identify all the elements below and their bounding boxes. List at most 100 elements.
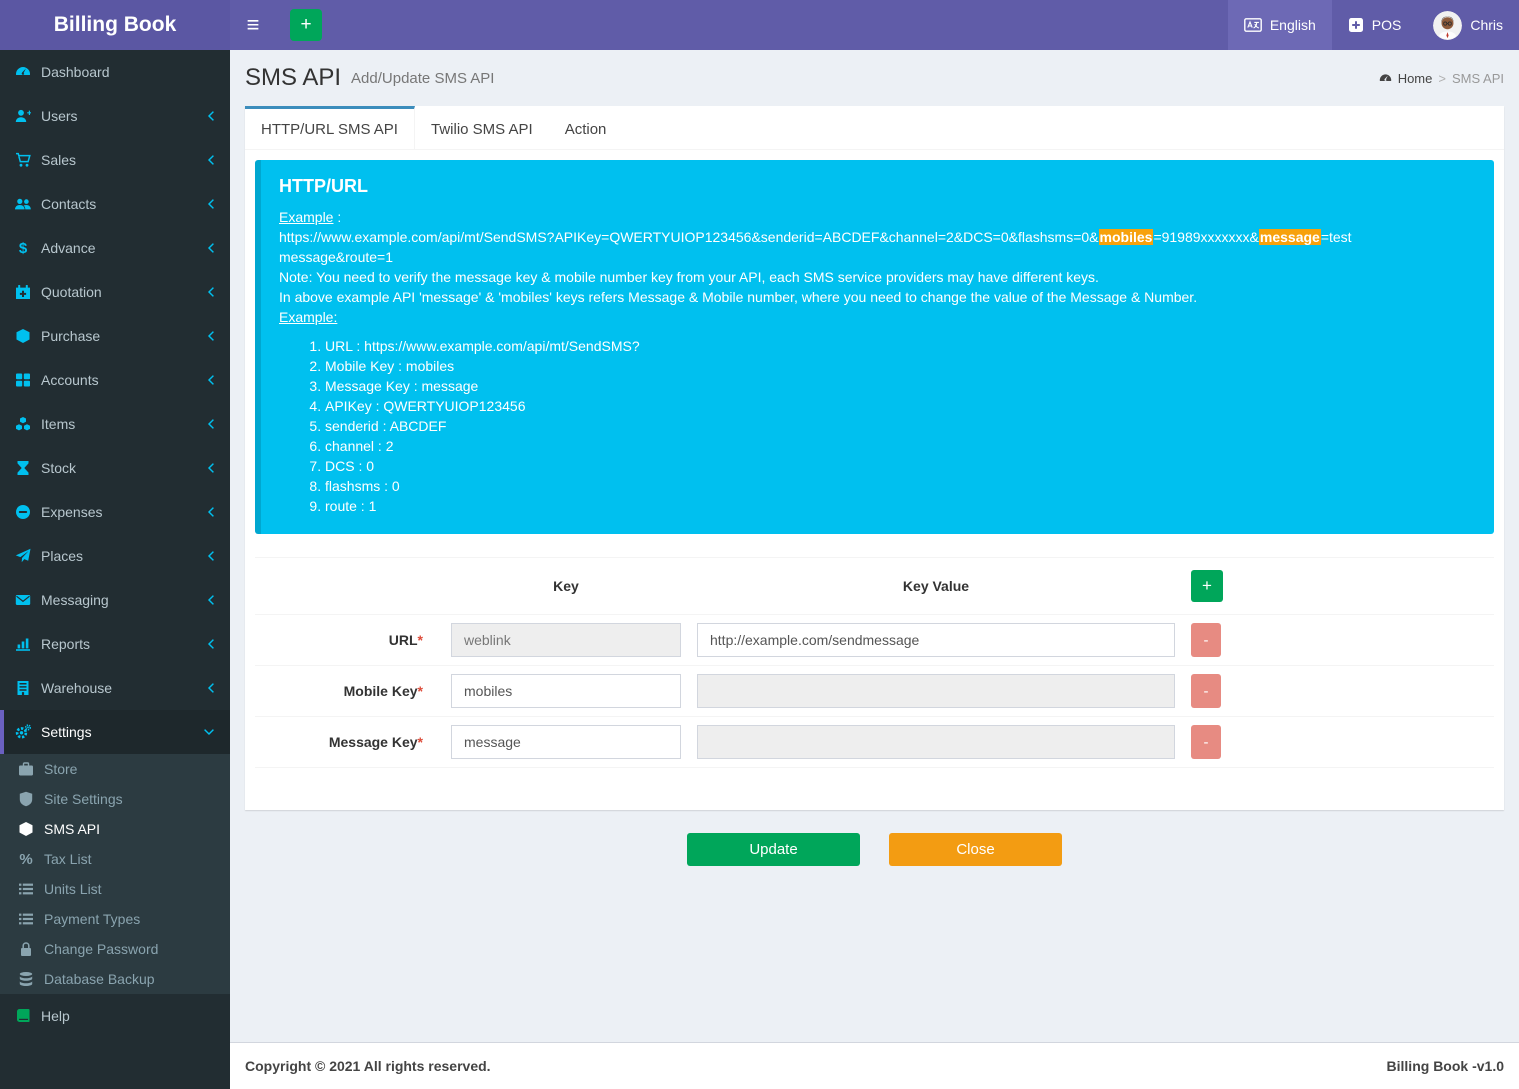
sidebar-item-items[interactable]: Items xyxy=(0,402,230,446)
hamburger-icon: ≡ xyxy=(247,12,260,38)
sidebar-item-users[interactable]: Users xyxy=(0,94,230,138)
sidebar-toggle-button[interactable]: ≡ xyxy=(230,0,276,50)
breadcrumb: Home > SMS API xyxy=(1379,71,1504,86)
mobiles-key-highlight: mobiles xyxy=(1099,229,1154,245)
chevron-left-icon xyxy=(207,506,215,518)
minus-circle-icon xyxy=(15,504,31,520)
breadcrumb-home[interactable]: Home xyxy=(1398,71,1433,86)
tab-http-url-sms-api[interactable]: HTTP/URL SMS API xyxy=(245,106,415,149)
gears-icon xyxy=(15,724,31,740)
pos-menu[interactable]: POS xyxy=(1332,0,1418,50)
callout-example-line: Example : xyxy=(279,207,1464,227)
callout-hint: In above example API 'message' & 'mobile… xyxy=(279,287,1464,307)
list-icon xyxy=(18,881,34,897)
sidebar-item-reports[interactable]: Reports xyxy=(0,622,230,666)
users-icon xyxy=(15,196,31,212)
action-buttons: Update Close xyxy=(230,833,1519,866)
footer: Copyright © 2021 All rights reserved. Bi… xyxy=(230,1042,1519,1089)
cart-icon xyxy=(15,152,31,168)
sidebar-item-settings[interactable]: Settings xyxy=(0,710,230,754)
sidebar-item-sms-api[interactable]: SMS API xyxy=(0,814,230,844)
shield-icon xyxy=(18,791,34,807)
version-text: Billing Book -v1.0 xyxy=(1387,1058,1504,1074)
update-button[interactable]: Update xyxy=(687,833,860,866)
sidebar-item-warehouse[interactable]: Warehouse xyxy=(0,666,230,710)
user-name: Chris xyxy=(1470,17,1503,33)
sidebar-item-advance[interactable]: $ Advance xyxy=(0,226,230,270)
message-key-input[interactable] xyxy=(451,725,681,759)
sidebar-item-messaging[interactable]: Messaging xyxy=(0,578,230,622)
app-logo[interactable]: Billing Book xyxy=(0,0,230,50)
mobile-key-input[interactable] xyxy=(451,674,681,708)
param-item: Mobile Key : mobiles xyxy=(325,356,1464,376)
chevron-left-icon xyxy=(207,682,215,694)
callout-example2-line: Example: xyxy=(279,307,1464,327)
row-label: Message Key* xyxy=(255,734,435,750)
language-icon xyxy=(1244,18,1262,32)
tab-bar: HTTP/URL SMS API Twilio SMS API Action xyxy=(245,106,1504,150)
chevron-left-icon xyxy=(207,638,215,650)
sidebar-item-places[interactable]: Places xyxy=(0,534,230,578)
key-value-column-header: Key Value xyxy=(697,578,1175,594)
sidebar-item-stock[interactable]: Stock xyxy=(0,446,230,490)
param-item: senderid : ABCDEF xyxy=(325,416,1464,436)
param-item: APIKey : QWERTYUIOP123456 xyxy=(325,396,1464,416)
sidebar-item-expenses[interactable]: Expenses xyxy=(0,490,230,534)
table-header-row: Key Key Value + xyxy=(255,558,1494,615)
required-asterisk: * xyxy=(418,734,423,750)
sidebar-item-payment-types[interactable]: Payment Types xyxy=(0,904,230,934)
chevron-left-icon xyxy=(207,550,215,562)
user-menu[interactable]: Chris xyxy=(1417,0,1519,50)
close-button[interactable]: Close xyxy=(889,833,1062,866)
chevron-left-icon xyxy=(207,594,215,606)
content-header: SMS API Add/Update SMS API Home > SMS AP… xyxy=(230,50,1519,98)
building-icon xyxy=(15,680,31,696)
remove-row-button[interactable]: - xyxy=(1191,725,1221,759)
sidebar-item-database-backup[interactable]: Database Backup xyxy=(0,964,230,994)
main-content: SMS API Add/Update SMS API Home > SMS AP… xyxy=(230,50,1519,1089)
quick-add-button[interactable]: + xyxy=(290,9,322,41)
breadcrumb-separator: > xyxy=(1438,71,1446,86)
lock-icon xyxy=(18,941,34,957)
callout-note: Note: You need to verify the message key… xyxy=(279,267,1464,287)
sidebar-item-units-list[interactable]: Units List xyxy=(0,874,230,904)
language-label: English xyxy=(1270,17,1316,33)
tab-action[interactable]: Action xyxy=(549,106,623,149)
grid-icon xyxy=(15,372,31,388)
chevron-down-icon xyxy=(203,728,215,736)
sms-api-card: HTTP/URL SMS API Twilio SMS API Action H… xyxy=(245,106,1504,810)
sidebar-item-purchase[interactable]: Purchase xyxy=(0,314,230,358)
settings-submenu: Store Site Settings SMS API % Tax List xyxy=(0,754,230,994)
sidebar-item-contacts[interactable]: Contacts xyxy=(0,182,230,226)
tab-twilio-sms-api[interactable]: Twilio SMS API xyxy=(415,106,549,149)
param-item: URL : https://www.example.com/api/mt/Sen… xyxy=(325,336,1464,356)
sidebar-item-accounts[interactable]: Accounts xyxy=(0,358,230,402)
sidebar-item-tax-list[interactable]: % Tax List xyxy=(0,844,230,874)
sidebar-item-quotation[interactable]: Quotation xyxy=(0,270,230,314)
sidebar-item-dashboard[interactable]: Dashboard xyxy=(0,50,230,94)
sidebar-item-site-settings[interactable]: Site Settings xyxy=(0,784,230,814)
briefcase-icon xyxy=(18,761,34,777)
remove-row-button[interactable]: - xyxy=(1191,623,1221,657)
avatar xyxy=(1433,11,1462,40)
page-subtitle: Add/Update SMS API xyxy=(351,70,494,87)
remove-row-button[interactable]: - xyxy=(1191,674,1221,708)
chevron-left-icon xyxy=(207,242,215,254)
language-menu[interactable]: English xyxy=(1228,0,1332,50)
chevron-left-icon xyxy=(207,374,215,386)
sidebar-item-store[interactable]: Store xyxy=(0,754,230,784)
list-icon xyxy=(18,911,34,927)
paper-plane-icon xyxy=(15,548,31,564)
cubes-icon xyxy=(15,416,31,432)
dashboard-icon xyxy=(15,64,31,80)
sidebar-item-change-password[interactable]: Change Password xyxy=(0,934,230,964)
sidebar-item-sales[interactable]: Sales xyxy=(0,138,230,182)
chevron-left-icon xyxy=(207,286,215,298)
table-row-url: URL* - xyxy=(255,615,1494,666)
cube-icon xyxy=(18,821,34,837)
row-label: Mobile Key* xyxy=(255,683,435,699)
url-value-input[interactable] xyxy=(697,623,1175,657)
add-row-button[interactable]: + xyxy=(1191,570,1223,602)
param-item: Message Key : message xyxy=(325,376,1464,396)
sidebar-item-help[interactable]: Help xyxy=(0,994,230,1038)
